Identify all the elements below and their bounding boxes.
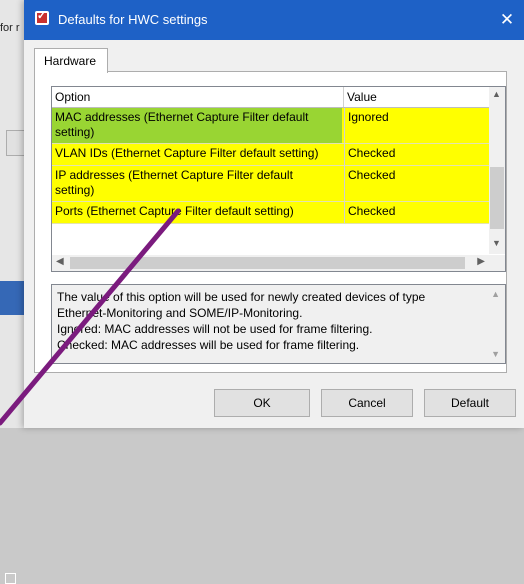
grid-header: Option Value [52, 87, 489, 108]
dialog-title: Defaults for HWC settings [58, 12, 208, 27]
default-button[interactable]: Default [424, 389, 516, 417]
background-text: for r [0, 22, 20, 34]
description-line: Ignored: MAC addresses will not be used … [57, 322, 373, 336]
column-value-header[interactable]: Value [347, 90, 377, 104]
grid-row-mac[interactable]: MAC addresses (Ethernet Capture Filter d… [52, 108, 489, 144]
option-text-line: setting) [55, 183, 95, 197]
vertical-scrollbar[interactable]: ▲ ▼ [489, 87, 505, 254]
hwc-defaults-dialog: Defaults for HWC settings ✕ Hardware Opt… [24, 0, 524, 428]
grid-row-ip[interactable]: IP addresses (Ethernet Capture Filter de… [52, 166, 489, 202]
ok-button[interactable]: OK [214, 389, 310, 417]
scroll-down-icon[interactable]: ▼ [492, 238, 501, 248]
value-cell[interactable]: Ignored [344, 108, 489, 143]
description-line: Checked: MAC addresses will be used for … [57, 338, 360, 352]
description-box[interactable]: The value of this option will be used fo… [51, 284, 506, 364]
app-icon [35, 9, 49, 25]
vertical-scroll-thumb[interactable] [490, 167, 504, 229]
grid-row-ports[interactable]: Ports (Ethernet Capture Filter default s… [52, 202, 489, 224]
hardware-tab-panel: Option Value MAC addresses (Ethernet Cap… [34, 71, 507, 373]
option-cell[interactable]: IP addresses (Ethernet Capture Filter de… [52, 166, 342, 201]
grid-row-vlan[interactable]: VLAN IDs (Ethernet Capture Filter defaul… [52, 144, 489, 166]
horizontal-scrollbar[interactable]: ◀ ▶ [52, 255, 489, 271]
value-cell[interactable]: Checked [344, 166, 489, 201]
close-icon[interactable]: ✕ [490, 0, 524, 40]
option-text-line: IP addresses (Ethernet Capture Filter de… [55, 168, 293, 182]
column-option-header[interactable]: Option [55, 90, 90, 104]
settings-grid[interactable]: Option Value MAC addresses (Ethernet Cap… [51, 86, 506, 272]
option-text-line: MAC addresses (Ethernet Capture Filter d… [55, 110, 309, 124]
tab-hardware[interactable]: Hardware [34, 48, 108, 73]
scroll-left-icon[interactable]: ◀ [56, 256, 64, 267]
value-cell[interactable]: Checked [344, 144, 489, 165]
column-divider[interactable] [343, 87, 344, 107]
value-cell[interactable]: Checked [344, 202, 489, 223]
horizontal-scroll-thumb[interactable] [70, 257, 465, 269]
description-line: Ethernet-Monitoring and SOME/IP-Monitori… [57, 306, 303, 320]
tab-label: Hardware [44, 54, 97, 68]
scroll-right-icon[interactable]: ▶ [477, 256, 485, 267]
checkbox-icon[interactable] [5, 573, 16, 584]
cancel-button[interactable]: Cancel [321, 389, 413, 417]
scroll-up-icon[interactable]: ▲ [491, 289, 500, 299]
scrollbar-corner [489, 255, 505, 271]
title-bar[interactable]: Defaults for HWC settings ✕ [24, 0, 524, 40]
scroll-down-icon[interactable]: ▼ [491, 349, 500, 359]
description-text: The value of this option will be used fo… [57, 289, 477, 353]
option-text-line: setting) [55, 125, 95, 139]
option-cell[interactable]: VLAN IDs (Ethernet Capture Filter defaul… [52, 144, 342, 165]
scroll-up-icon[interactable]: ▲ [492, 89, 501, 99]
option-cell[interactable]: MAC addresses (Ethernet Capture Filter d… [52, 108, 342, 143]
description-line: The value of this option will be used fo… [57, 290, 426, 304]
option-cell[interactable]: Ports (Ethernet Capture Filter default s… [52, 202, 342, 223]
